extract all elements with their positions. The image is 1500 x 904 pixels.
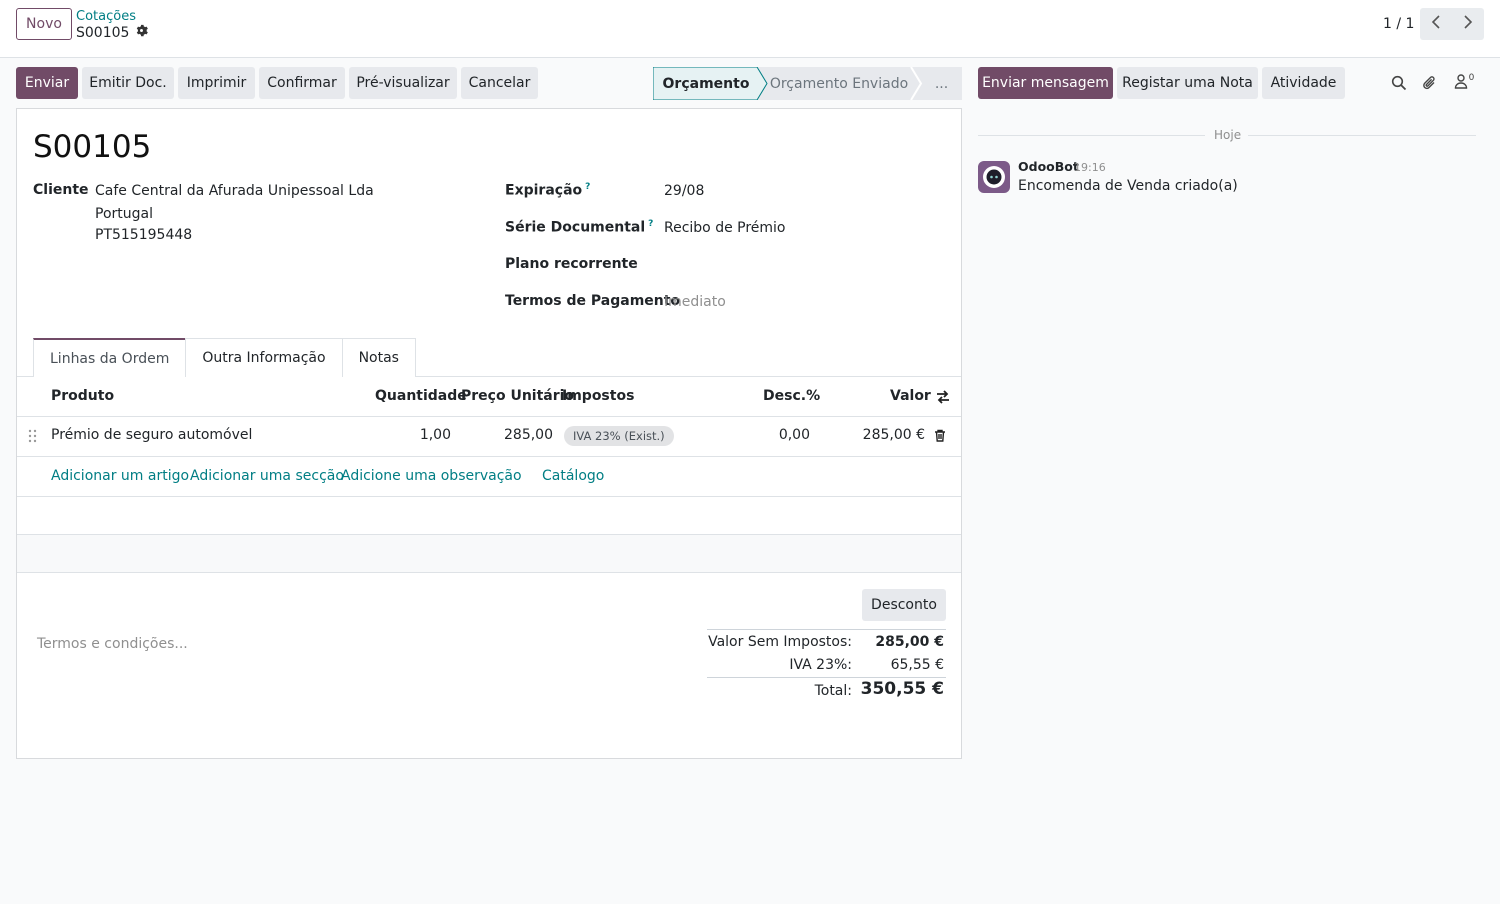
untaxed-value: 285,00 € xyxy=(875,634,944,650)
activity-button[interactable]: Atividade xyxy=(1262,67,1345,99)
series-field[interactable]: Recibo de Prémio xyxy=(664,220,786,236)
add-product-link[interactable]: Adicionar um artigo xyxy=(51,468,189,484)
table-divider xyxy=(17,496,961,497)
payment-terms-field[interactable]: Imediato xyxy=(664,294,726,310)
expiration-field[interactable]: 29/08 xyxy=(664,183,704,199)
row-product[interactable]: Prémio de seguro automóvel xyxy=(51,427,252,443)
breadcrumb-current-label: S00105 xyxy=(76,24,130,41)
drag-handle-icon[interactable] xyxy=(28,429,38,447)
recurring-plan-label: Plano recorrente xyxy=(505,256,638,272)
table-empty-row xyxy=(17,535,961,572)
message-body: Encomenda de Venda criado(a) xyxy=(1018,178,1238,194)
avatar[interactable] xyxy=(978,161,1010,193)
customer-name[interactable]: Cafe Central da Afurada Unipessoal Lda xyxy=(95,183,374,199)
form-sheet: S00105 Cliente Cafe Central da Afurada U… xyxy=(16,108,962,759)
tab-notes[interactable]: Notas xyxy=(341,338,416,377)
expiration-label: Expiração? xyxy=(505,182,590,199)
customer-label: Cliente xyxy=(33,182,89,198)
tab-other-info[interactable]: Outra Informação xyxy=(185,338,343,377)
row-amount: 285,00 € xyxy=(862,427,925,443)
total-label: Total: xyxy=(814,683,852,699)
add-note-link[interactable]: Adicione uma observação xyxy=(341,468,522,484)
table-divider xyxy=(17,456,961,457)
message-time: 19:16 xyxy=(1074,161,1106,174)
page-title: S00105 xyxy=(33,129,152,165)
emit-doc-button[interactable]: Emitir Doc. xyxy=(82,67,174,99)
tab-order-lines[interactable]: Linhas da Ordem xyxy=(33,338,187,377)
send-message-button[interactable]: Enviar mensagem xyxy=(978,67,1113,99)
row-quantity[interactable]: 1,00 xyxy=(397,427,451,443)
vat-value: 65,55 € xyxy=(890,657,944,673)
series-label-text: Série Documental xyxy=(505,219,646,236)
vat-label: IVA 23%: xyxy=(789,657,852,673)
chevron-left-icon xyxy=(1431,15,1441,33)
column-header-quantity[interactable]: Quantidade xyxy=(375,388,467,404)
customer-country: Portugal xyxy=(95,206,153,222)
log-note-button[interactable]: Registar uma Nota xyxy=(1117,67,1258,99)
catalog-link[interactable]: Catálogo xyxy=(542,468,604,484)
breadcrumb-parent[interactable]: Cotações xyxy=(76,9,136,24)
print-button[interactable]: Imprimir xyxy=(178,67,255,99)
column-header-unit-price[interactable]: Preço Unitário xyxy=(461,388,574,404)
stage-quotation[interactable]: Orçamento xyxy=(653,67,759,100)
table-divider xyxy=(17,416,961,417)
message-author[interactable]: OdooBot xyxy=(1018,159,1079,174)
preview-button[interactable]: Pré-visualizar xyxy=(349,67,457,99)
pager-previous-button[interactable] xyxy=(1420,8,1452,40)
totals-divider xyxy=(707,629,946,630)
pager-next-button[interactable] xyxy=(1452,8,1484,40)
row-unit-price[interactable]: 285,00 xyxy=(483,427,553,443)
notebook-tabs: Linhas da Ordem Outra Informação Notas xyxy=(33,338,416,377)
column-header-product[interactable]: Produto xyxy=(51,388,114,404)
table-divider xyxy=(17,572,961,573)
followers-count: 0 xyxy=(1468,73,1475,83)
terms-input[interactable]: Termos e condições... xyxy=(37,636,188,652)
user-icon xyxy=(1454,73,1468,93)
followers-button[interactable]: 0 xyxy=(1452,73,1476,93)
pager-value[interactable]: 1 / 1 xyxy=(1383,16,1414,32)
status-bar: Orçamento Orçamento Enviado ... xyxy=(653,67,962,100)
new-button[interactable]: Novo xyxy=(16,8,72,40)
breadcrumb-current: S00105 xyxy=(76,24,149,41)
discount-button[interactable]: Desconto xyxy=(862,589,946,621)
gear-icon[interactable] xyxy=(135,24,149,41)
stage-more[interactable]: ... xyxy=(921,67,962,100)
stage-quotation-sent[interactable]: Orçamento Enviado xyxy=(767,67,911,100)
total-value: 350,55 € xyxy=(860,679,944,699)
row-discount[interactable]: 0,00 xyxy=(757,427,810,443)
confirm-button[interactable]: Confirmar xyxy=(259,67,345,99)
trash-icon[interactable] xyxy=(934,429,946,446)
control-panel: Novo Cotações S00105 1 / 1 xyxy=(0,0,1500,58)
send-button[interactable]: Enviar xyxy=(16,67,78,99)
help-icon[interactable]: ? xyxy=(585,182,590,192)
totals-divider xyxy=(707,677,946,678)
untaxed-label: Valor Sem Impostos: xyxy=(708,634,852,650)
tax-badge[interactable]: IVA 23% (Exist.) xyxy=(564,426,674,446)
cancel-button[interactable]: Cancelar xyxy=(461,67,538,99)
help-icon[interactable]: ? xyxy=(648,219,653,229)
date-divider-line xyxy=(978,135,1205,136)
series-label: Série Documental? xyxy=(505,219,653,236)
customer-vat: PT515195448 xyxy=(95,227,193,243)
paperclip-icon[interactable] xyxy=(1421,74,1439,92)
column-header-taxes[interactable]: Impostos xyxy=(562,388,634,404)
chevron-right-icon xyxy=(1463,15,1473,33)
search-icon[interactable] xyxy=(1390,74,1408,92)
add-section-link[interactable]: Adicionar uma secção xyxy=(190,468,344,484)
payment-terms-label: Termos de Pagamento xyxy=(505,293,681,309)
date-separator: Hoje xyxy=(1214,128,1242,142)
recurring-plan-field[interactable] xyxy=(664,256,934,276)
optional-columns-icon[interactable] xyxy=(935,389,951,409)
expiration-label-text: Expiração xyxy=(505,182,583,199)
column-header-discount[interactable]: Desc.% xyxy=(763,388,820,404)
column-header-amount[interactable]: Valor xyxy=(890,388,931,404)
date-divider-line xyxy=(1248,135,1476,136)
